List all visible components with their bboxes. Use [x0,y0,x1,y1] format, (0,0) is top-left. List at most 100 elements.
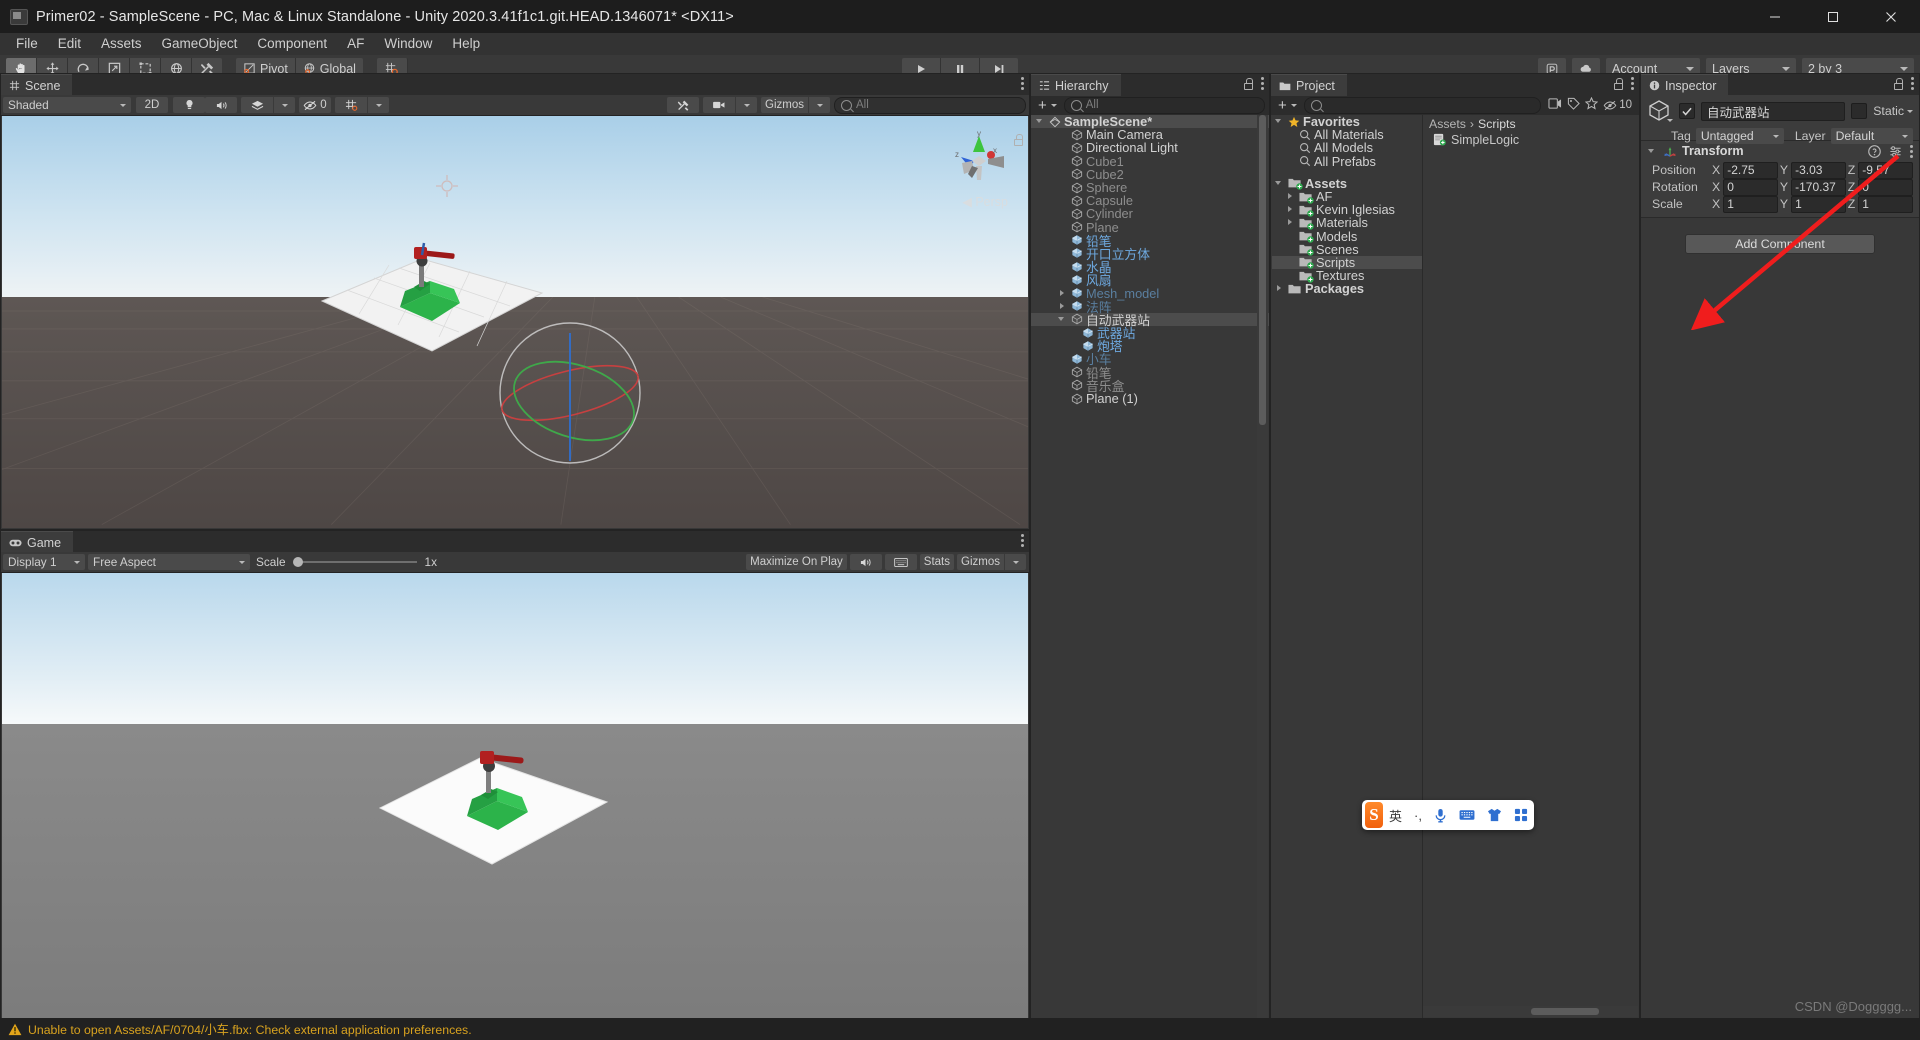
menu-help[interactable]: Help [442,33,490,55]
scene-perspective-label[interactable]: ◀ Persp [962,194,1008,209]
hierarchy-item-11[interactable]: 风扇 [1031,273,1269,288]
hierarchy-item-1[interactable]: Directional Light [1031,140,1269,155]
ime-apps-button[interactable] [1508,802,1534,828]
help-icon[interactable] [1868,144,1881,158]
game-gizmos-dropdown[interactable] [1004,554,1026,570]
transform-field-rotation-x[interactable]: 0 [1723,178,1778,196]
hierarchy-item-7[interactable]: Plane [1031,220,1269,235]
hierarchy-item-18[interactable]: 铅笔 [1031,366,1269,381]
hierarchy-scene-row[interactable]: SampleScene* [1031,114,1269,129]
scene-grid-dropdown[interactable] [367,97,389,113]
ime-punctuation-button[interactable]: ·, [1408,802,1428,828]
ime-keyboard-button[interactable] [1453,802,1481,828]
project-create-button[interactable]: + [1275,98,1300,113]
project-item-13[interactable]: Packages [1272,281,1422,296]
aspect-dropdown[interactable]: Free Aspect [88,554,250,570]
chevron-right-icon[interactable] [1057,288,1068,299]
game-gizmos-button[interactable]: Gizmos [957,554,1004,570]
list-item[interactable]: SimpleLogic [1433,132,1638,147]
hierarchy-item-4[interactable]: Sphere [1031,180,1269,195]
transform-field-rotation-y[interactable]: -170.37 [1791,178,1846,196]
maximize-on-play-button[interactable]: Maximize On Play [746,554,847,570]
scene-gizmos-dropdown[interactable] [808,97,830,113]
chevron-right-icon[interactable] [1285,204,1296,215]
game-mute-button[interactable] [849,554,882,570]
layer-dropdown[interactable]: Default [1830,128,1913,144]
hierarchy-lock-icon[interactable] [1243,77,1254,90]
hierarchy-item-19[interactable]: 音乐盒 [1031,379,1269,394]
hierarchy-item-14[interactable]: 自动武器站 [1031,312,1269,328]
scene-camera-button[interactable] [703,97,736,113]
transform-menu-icon[interactable] [1910,144,1913,158]
project-item-11[interactable]: Scripts [1272,255,1422,270]
project-item-9[interactable]: Models [1272,229,1422,244]
transform-field-position-y[interactable]: -3.03 [1791,161,1846,179]
close-button[interactable] [1862,0,1920,33]
gizmo-lock-icon[interactable] [1013,134,1024,146]
menu-af[interactable]: AF [337,33,374,55]
menu-edit[interactable]: Edit [48,33,91,55]
scene-menu-icon[interactable] [1021,77,1024,90]
hierarchy-search-input[interactable]: All [1063,96,1265,114]
scene-audio-button[interactable] [205,97,237,113]
menu-file[interactable]: File [6,33,48,55]
hierarchy-item-5[interactable]: Capsule [1031,193,1269,208]
scene-tools-button[interactable] [667,97,700,113]
game-stats-button[interactable]: Stats [919,554,955,570]
ime-mic-button[interactable] [1428,802,1453,828]
hierarchy-item-9[interactable]: 开口立方体 [1031,247,1269,262]
tab-project[interactable]: Project [1271,74,1347,96]
transform-field-scale-x[interactable]: 1 [1723,195,1778,213]
project-item-6[interactable]: AF [1272,189,1422,204]
project-item-2[interactable]: All Models [1272,140,1422,155]
scene-fx-dropdown[interactable] [273,97,295,113]
scene-fx-button[interactable] [241,97,273,113]
status-bar[interactable]: Unable to open Assets/AF/0704/小车.fbx: Ch… [0,1018,1920,1040]
project-menu-icon[interactable] [1631,77,1634,90]
hierarchy-create-button[interactable]: + [1035,98,1060,113]
game-menu-icon[interactable] [1021,534,1024,547]
menu-assets[interactable]: Assets [91,33,152,55]
hierarchy-item-15[interactable]: 武器站 [1031,326,1269,341]
transform-field-rotation-z[interactable]: 0 [1858,178,1913,196]
hierarchy-vscrollbar[interactable] [1257,115,1268,1021]
menu-window[interactable]: Window [374,33,442,55]
breadcrumb-assets[interactable]: Assets [1429,117,1466,131]
project-item-10[interactable]: Scenes [1272,242,1422,257]
maximize-button[interactable] [1804,0,1862,33]
hierarchy-item-3[interactable]: Cube2 [1031,167,1269,182]
scene-grid-visibility-button[interactable] [335,97,367,113]
scale-slider[interactable] [292,555,417,569]
sogou-logo[interactable]: S [1365,802,1384,828]
hierarchy-item-10[interactable]: 水晶 [1031,260,1269,275]
shading-mode-dropdown[interactable]: Shaded [3,97,131,113]
chevron-down-icon[interactable] [1057,314,1068,325]
chevron-right-icon[interactable] [1274,283,1285,294]
scene-search-input[interactable]: All [834,96,1026,114]
chevron-down-icon[interactable] [1647,146,1658,157]
ime-skin-button[interactable] [1481,802,1508,828]
game-render-doc-button[interactable] [884,554,917,570]
hierarchy-menu-icon[interactable] [1261,77,1264,90]
gameobject-icon[interactable] [1647,99,1673,123]
tab-scene[interactable]: Scene [1,74,73,96]
scene-camera-dropdown[interactable] [735,97,758,113]
project-item-8[interactable]: Materials [1272,215,1422,230]
add-component-button[interactable]: Add Component [1685,234,1875,254]
hierarchy-item-2[interactable]: Cube1 [1031,154,1269,169]
project-search-input[interactable] [1303,96,1542,114]
transform-field-position-x[interactable]: -2.75 [1723,161,1778,179]
display-dropdown[interactable]: Display 1 [3,554,85,570]
menu-gameobject[interactable]: GameObject [152,33,248,55]
minimize-button[interactable] [1746,0,1804,33]
static-dropdown[interactable]: Static [1873,104,1913,118]
project-item-12[interactable]: Textures [1272,268,1422,283]
hierarchy-item-6[interactable]: Cylinder [1031,206,1269,221]
project-hidden-count[interactable]: 10 [1603,99,1632,111]
chevron-down-icon[interactable] [1035,116,1046,127]
preset-icon[interactable] [1889,145,1902,158]
transform-field-scale-z[interactable]: 1 [1858,195,1913,213]
project-filter-favorites-icon[interactable] [1584,96,1599,113]
ime-language-button[interactable]: 英 [1383,802,1408,828]
project-lock-icon[interactable] [1613,77,1624,90]
